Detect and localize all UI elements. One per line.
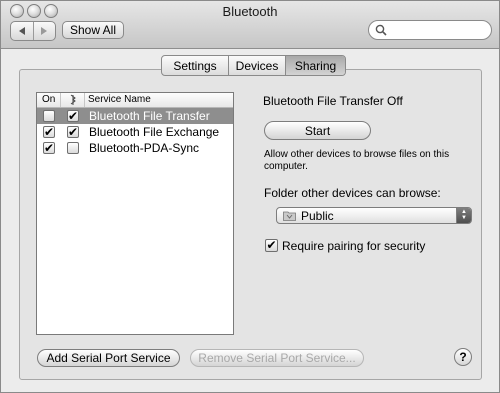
folder-popup-menu[interactable]: Public ▲ ▼ [276,207,472,224]
service-visible-checkbox[interactable]: ✔ [67,110,79,122]
require-pairing-label[interactable]: Require pairing for security [282,239,425,253]
folder-label: Folder other devices can browse: [264,186,441,200]
visibility-icon [70,94,76,105]
back-arrow-icon [18,27,25,35]
require-pairing-checkbox[interactable]: ✔ [265,239,278,252]
service-visible-checkbox[interactable] [67,142,79,154]
services-header: On Service Name [37,93,233,108]
service-name: Bluetooth File Exchange [89,125,220,139]
tab-devices[interactable]: Devices [228,56,285,75]
service-status-text: Bluetooth File Transfer Off [263,94,403,108]
search-icon [375,24,387,36]
start-button[interactable]: Start [264,121,371,140]
remove-serial-port-service-button[interactable]: Remove Serial Port Service... [190,349,364,367]
column-header-service-name[interactable]: Service Name [85,93,233,107]
folder-icon [283,211,296,221]
preferences-window: Bluetooth Show All Settings Devices Shar… [0,0,500,393]
service-row[interactable]: ✔ Bluetooth File Transfer [37,108,233,124]
forward-arrow-icon [41,27,48,35]
column-header-visibility[interactable] [61,93,85,107]
services-list[interactable]: On Service Name ✔ Bluetooth File Transfe… [36,92,234,335]
help-button[interactable]: ? [454,348,472,366]
up-down-arrows-icon: ▲ ▼ [456,208,471,223]
search-input[interactable] [389,22,485,37]
back-forward-group [10,21,56,41]
title-toolbar: Bluetooth Show All [1,1,499,49]
forward-button[interactable] [32,22,56,40]
tab-settings[interactable]: Settings [162,56,228,75]
service-row[interactable]: ✔ ✔ Bluetooth File Exchange [37,124,233,140]
service-name: Bluetooth-PDA-Sync [89,141,200,155]
search-field[interactable] [368,20,492,40]
service-row[interactable]: ✔ Bluetooth-PDA-Sync [37,140,233,156]
service-on-checkbox[interactable] [43,110,55,122]
service-name: Bluetooth File Transfer [89,109,210,123]
back-button[interactable] [11,22,33,40]
service-on-checkbox[interactable]: ✔ [43,126,55,138]
window-title: Bluetooth [222,4,278,19]
tab-bar: Settings Devices Sharing [161,55,346,76]
folder-selected-value: Public [301,209,334,223]
service-on-checkbox[interactable]: ✔ [43,142,55,154]
show-all-button[interactable]: Show All [62,21,124,39]
service-visible-checkbox[interactable]: ✔ [67,126,79,138]
add-serial-port-service-button[interactable]: Add Serial Port Service [37,349,180,367]
browse-description: Allow other devices to browse files on t… [264,149,450,172]
tab-sharing[interactable]: Sharing [285,56,345,75]
column-header-on[interactable]: On [37,93,61,107]
